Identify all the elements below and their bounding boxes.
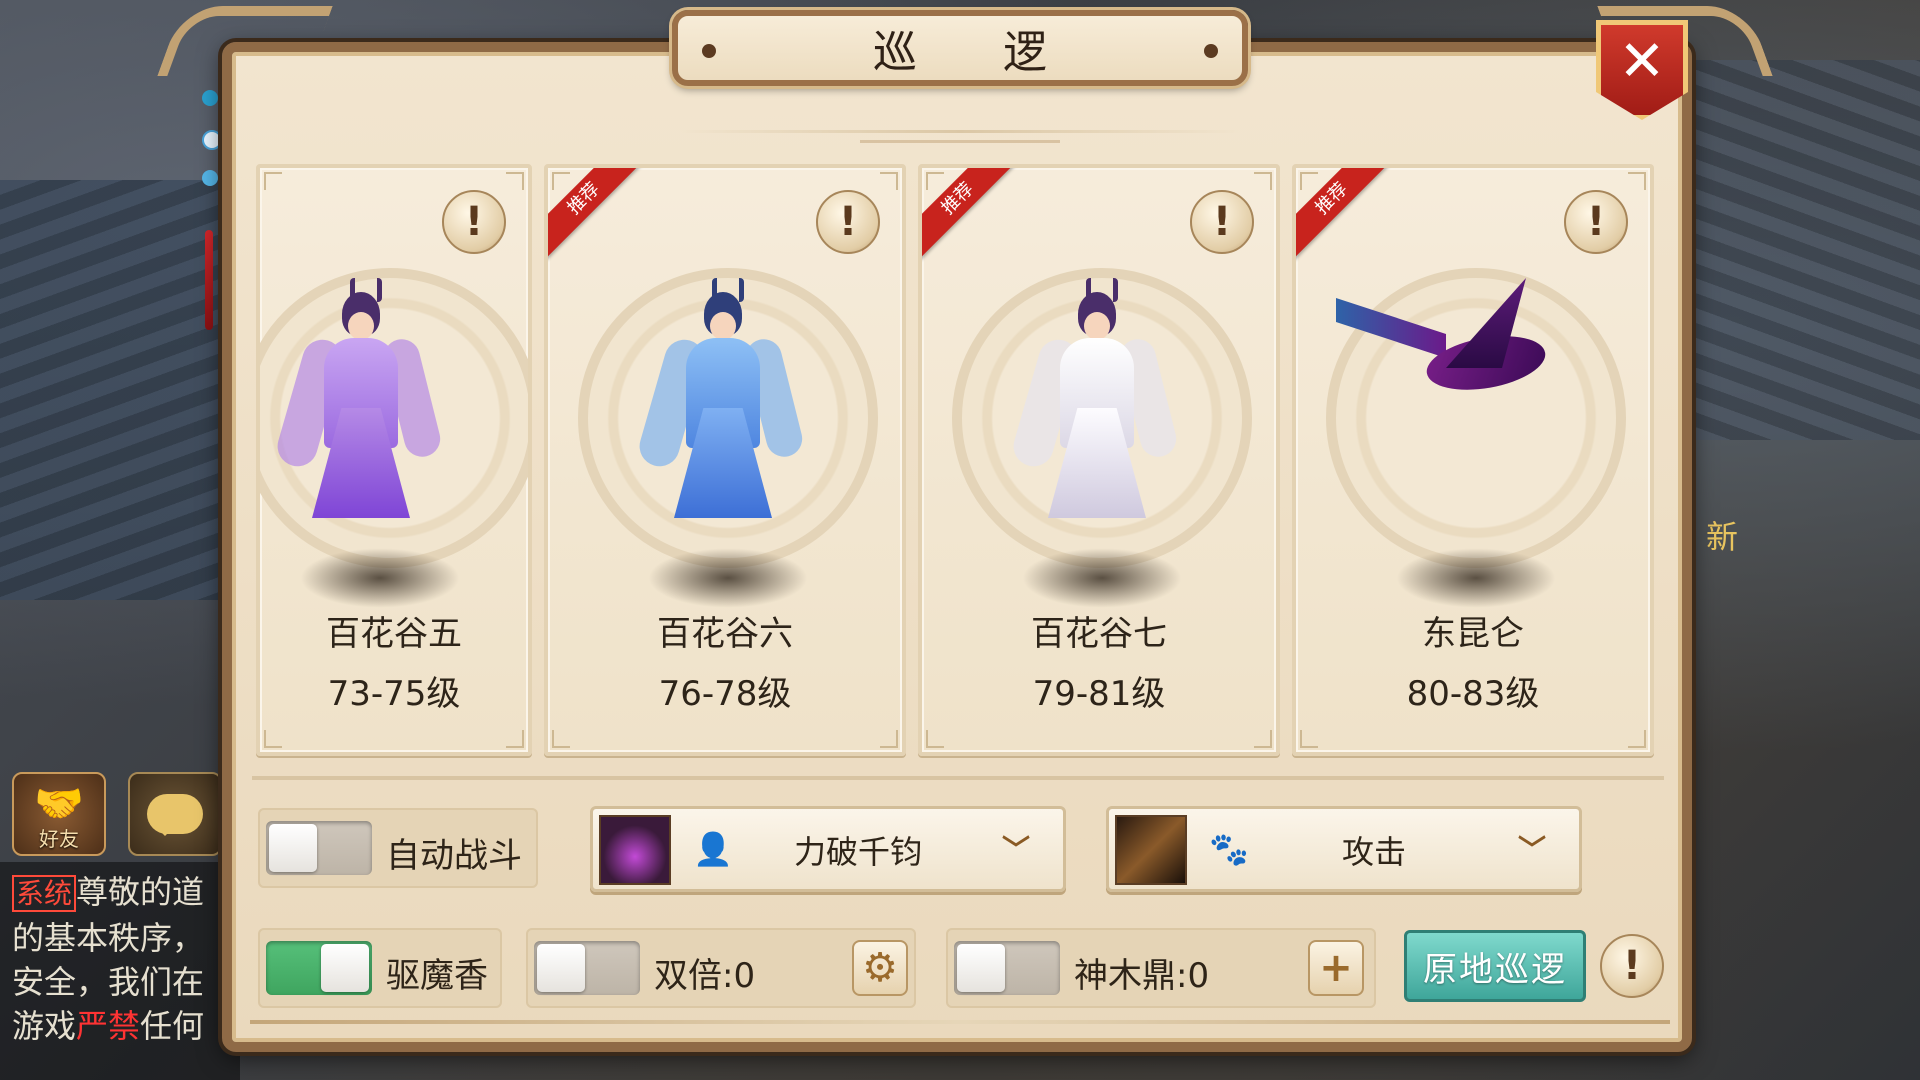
shenmu-control: 神木鼎:0 + bbox=[946, 928, 1376, 1008]
shenmu-label: 神木鼎:0 bbox=[1074, 956, 1210, 996]
help-button[interactable]: ! bbox=[1600, 934, 1664, 998]
patrol-card-baihuagu-7[interactable]: 推荐 ! 百花谷七 79-81级 bbox=[918, 164, 1280, 756]
pet-action-value: 攻击 bbox=[1341, 833, 1406, 871]
chat-line-4: 游戏 bbox=[12, 1007, 77, 1045]
chat-bubble-icon bbox=[147, 794, 203, 836]
chevron-down-icon: ﹀ bbox=[1001, 833, 1030, 866]
exclamation-icon: ! bbox=[1586, 199, 1606, 245]
chat-button[interactable] bbox=[128, 772, 222, 856]
section-divider bbox=[252, 776, 1664, 780]
purple-bird-figure bbox=[1336, 278, 1576, 418]
double-exp-control: 双倍:0 ⚙ bbox=[526, 928, 916, 1008]
chat-log[interactable]: 系统 尊敬的道 的基本秩序， 安全，我们在 游戏严禁任何 bbox=[0, 862, 240, 1080]
card-name: 百花谷七 bbox=[1031, 614, 1167, 654]
purple-fairy-figure bbox=[272, 278, 444, 518]
exclamation-icon: ! bbox=[1622, 943, 1642, 989]
chat-warning-text: 严禁 bbox=[76, 1007, 141, 1045]
figure-shadow bbox=[1396, 548, 1556, 608]
shenmu-toggle[interactable] bbox=[954, 941, 1060, 995]
card-name: 百花谷五 bbox=[326, 614, 462, 654]
card-info-button[interactable]: ! bbox=[1564, 190, 1628, 254]
auto-battle-label: 自动战斗 bbox=[386, 836, 522, 876]
background-roof-right bbox=[1690, 60, 1920, 440]
card-level: 73-75级 bbox=[327, 674, 461, 714]
chat-line-2: 的基本秩序， bbox=[12, 919, 205, 957]
card-info-button[interactable]: ! bbox=[1190, 190, 1254, 254]
figure-shadow bbox=[300, 548, 460, 608]
exclamation-icon: ! bbox=[1212, 199, 1232, 245]
add-button[interactable]: + bbox=[1308, 940, 1364, 996]
exclamation-icon: ! bbox=[464, 199, 484, 245]
hanging-ornament bbox=[200, 80, 222, 330]
card-info-button[interactable]: ! bbox=[442, 190, 506, 254]
title-stud-left bbox=[702, 44, 716, 58]
handshake-icon: 🤝 bbox=[34, 780, 84, 827]
close-icon: ✕ bbox=[1618, 28, 1666, 94]
friends-label: 好友 bbox=[39, 827, 79, 851]
auto-battle-toggle[interactable] bbox=[266, 821, 372, 875]
friends-button[interactable]: 🤝 好友 bbox=[12, 772, 106, 856]
plus-icon: + bbox=[1319, 945, 1353, 991]
demon-incense-control: 驱魔香 bbox=[258, 928, 502, 1008]
person-icon: 👤 bbox=[693, 830, 733, 868]
panel-corner-ornament-left bbox=[157, 6, 333, 76]
patrol-card-dongkunlun[interactable]: 推荐 ! 东昆仑 80-83级 bbox=[1292, 164, 1654, 756]
auto-battle-control: 自动战斗 bbox=[258, 808, 538, 888]
exclamation-icon: ! bbox=[838, 199, 858, 245]
demon-incense-label: 驱魔香 bbox=[386, 956, 488, 996]
demon-incense-toggle[interactable] bbox=[266, 941, 372, 995]
patrol-in-place-button[interactable]: 原地巡逻 bbox=[1404, 930, 1586, 1002]
gear-icon: ⚙ bbox=[862, 945, 898, 991]
chat-line-4-end: 任何 bbox=[140, 1007, 205, 1045]
card-info-button[interactable]: ! bbox=[816, 190, 880, 254]
pet-action-select[interactable]: 🐾 攻击 ﹀ bbox=[1106, 806, 1582, 892]
white-fairy-figure bbox=[1008, 278, 1180, 518]
card-name: 东昆仑 bbox=[1422, 614, 1524, 654]
blue-fairy-figure bbox=[634, 278, 806, 518]
dialog-title: 巡 逻 bbox=[873, 27, 1083, 78]
card-name: 百花谷六 bbox=[657, 614, 793, 654]
chat-line-3: 安全，我们在 bbox=[12, 963, 205, 1001]
paw-icon: 🐾 bbox=[1209, 830, 1249, 868]
card-level: 79-81级 bbox=[1032, 674, 1166, 714]
figure-shadow bbox=[648, 548, 808, 608]
title-stud-right bbox=[1204, 44, 1218, 58]
chat-line-1: 尊敬的道 bbox=[76, 873, 205, 911]
card-level: 76-78级 bbox=[658, 674, 792, 714]
sword-icon bbox=[1115, 815, 1187, 885]
skill-select-value: 力破千钧 bbox=[793, 833, 922, 871]
figure-shadow bbox=[1022, 548, 1182, 608]
title-ornament bbox=[680, 100, 1240, 143]
double-exp-toggle[interactable] bbox=[534, 941, 640, 995]
system-tag: 系统 bbox=[12, 875, 77, 912]
double-exp-label: 双倍:0 bbox=[654, 956, 756, 996]
skill-icon bbox=[599, 815, 671, 885]
title-plate: 巡 逻 bbox=[672, 10, 1248, 86]
patrol-card-baihuagu-5[interactable]: ! 百花谷五 73-75级 bbox=[256, 164, 532, 756]
card-level: 80-83级 bbox=[1406, 674, 1540, 714]
panel-bottom-ornament bbox=[250, 1020, 1670, 1024]
skill-select[interactable]: 👤 力破千钧 ﹀ bbox=[590, 806, 1066, 892]
chevron-down-icon: ﹀ bbox=[1517, 833, 1546, 866]
new-label: 新 bbox=[1706, 518, 1739, 556]
gear-button[interactable]: ⚙ bbox=[852, 940, 908, 996]
patrol-card-baihuagu-6[interactable]: 推荐 ! 百花谷六 76-78级 bbox=[544, 164, 906, 756]
